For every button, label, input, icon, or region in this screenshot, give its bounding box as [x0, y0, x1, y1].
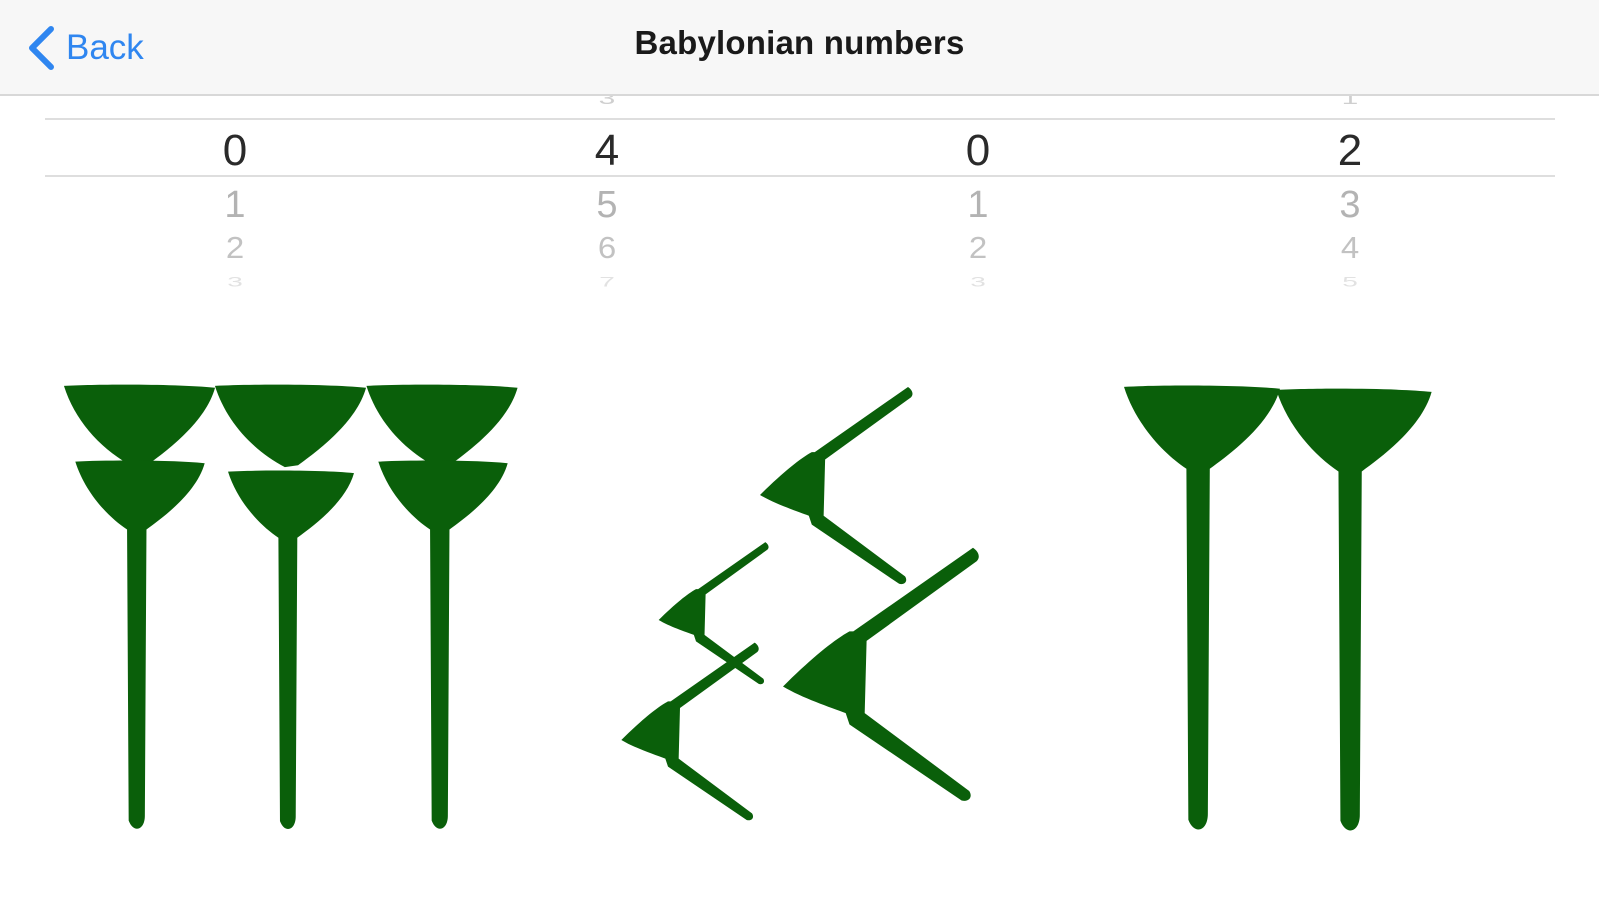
picker-value-next: 1	[967, 184, 989, 226]
two-units-glyph	[1124, 385, 1432, 831]
picker-value-next: 3	[970, 274, 986, 290]
picker-column-2[interactable]: 3 4 5 6 7	[547, 96, 667, 298]
picker-value-next: 2	[225, 230, 245, 265]
picker-value-selected: 2	[1337, 126, 1363, 175]
page-title: Babylonian numbers	[634, 24, 965, 61]
picker-value-selected: 0	[222, 126, 248, 175]
picker-value-next: 4	[1340, 230, 1360, 265]
four-tens-glyph	[621, 386, 979, 821]
picker-column-3[interactable]: 0 1 2 3	[918, 96, 1038, 298]
navigation-bar: Back Babylonian numbers	[0, 0, 1599, 96]
picker-value-next: 5	[1342, 274, 1358, 290]
picker-value-next: 6	[597, 230, 617, 265]
picker-value-prev: 1	[1341, 96, 1359, 108]
picker-value-selected: 0	[965, 126, 991, 175]
picker-value-next: 2	[968, 230, 988, 265]
picker-value-next: 5	[596, 184, 618, 226]
picker-column-1[interactable]: 0 1 2 3	[175, 96, 295, 298]
picker-value-next: 1	[224, 184, 246, 226]
picker-value-next: 3	[227, 274, 243, 290]
number-picker[interactable]: 0 1 2 3 3 4 5 6 7 0 1 2 3 1 2 3 4 5	[0, 96, 1599, 298]
picker-value-selected: 4	[594, 126, 620, 175]
picker-value-prev: 3	[598, 96, 616, 108]
three-units-stacked-glyph	[63, 384, 518, 829]
picker-value-next: 3	[1339, 184, 1361, 226]
picker-column-4[interactable]: 1 2 3 4 5	[1290, 96, 1410, 298]
cuneiform-display	[63, 384, 1432, 831]
picker-value-next: 7	[599, 274, 615, 290]
